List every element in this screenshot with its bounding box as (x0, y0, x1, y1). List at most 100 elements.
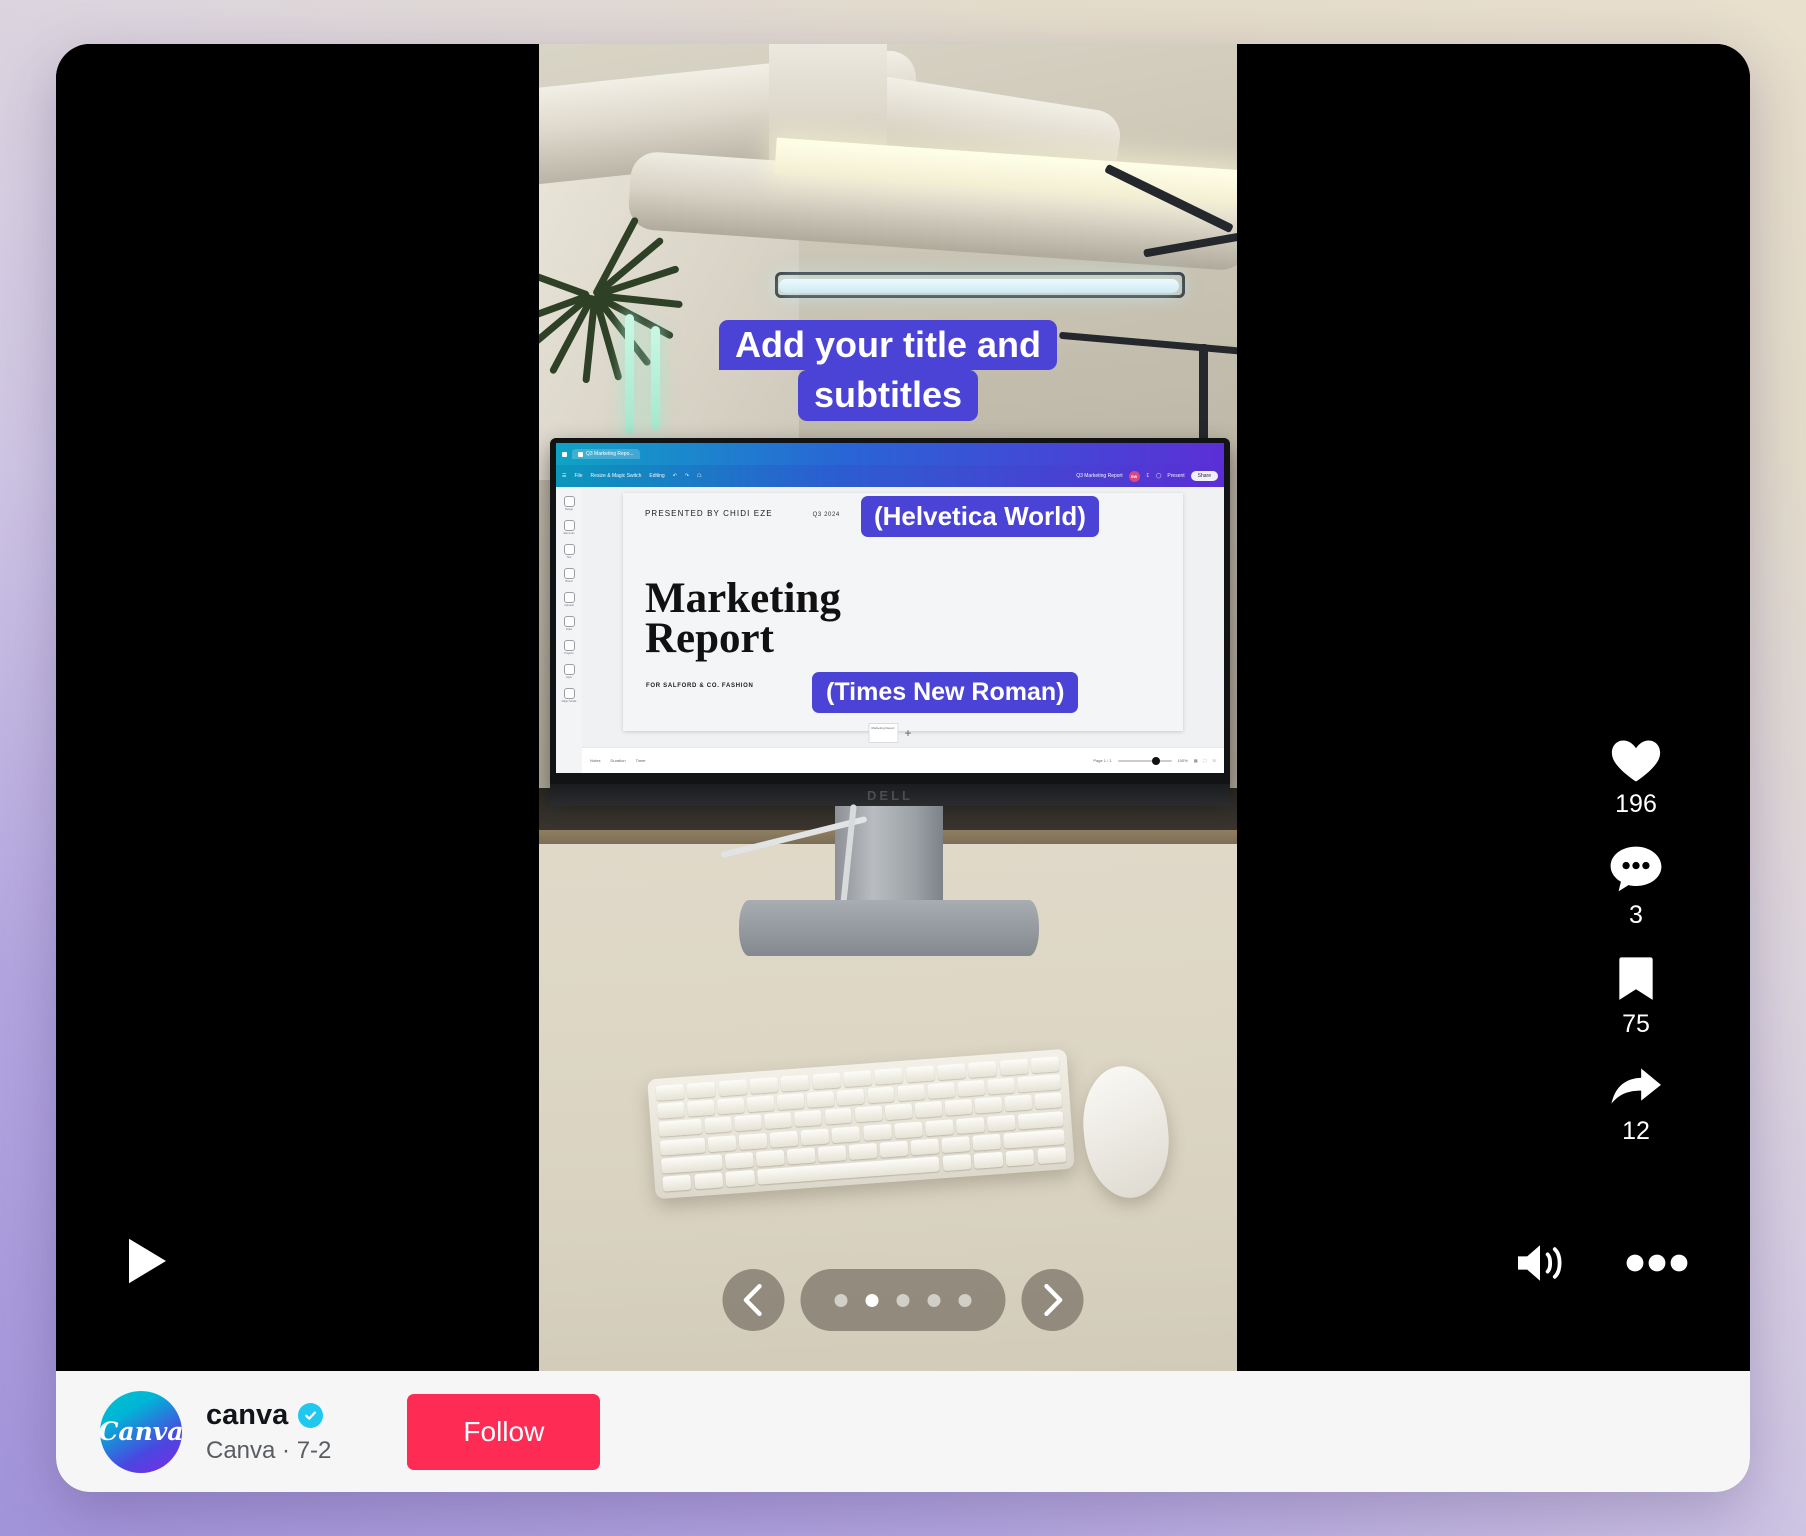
like-action[interactable]: 196 (1609, 734, 1663, 819)
share-action[interactable]: 12 (1608, 1063, 1664, 1146)
collaborator-avatar[interactable]: SW (1128, 470, 1140, 482)
rail-item-magic-media[interactable]: Magic Media (562, 688, 576, 703)
rail-item-projects[interactable]: Projects (563, 640, 575, 655)
timer-button[interactable]: Timer (636, 758, 646, 763)
canva-status-bar: Notes Duration Timer Page 1 / 1 100% ▦ ⛶… (582, 747, 1224, 773)
share-count: 12 (1622, 1117, 1650, 1145)
avatar[interactable]: Canva (99, 1390, 184, 1473)
rail-item-draw[interactable]: Draw (563, 616, 575, 631)
duration-button[interactable]: Duration (610, 758, 625, 763)
page-thumbnail-strip[interactable]: Marketing Report + (868, 723, 912, 743)
carousel-dot[interactable] (927, 1293, 941, 1307)
resize-magic-switch-button[interactable]: Resize & Magic Switch (591, 473, 642, 479)
rail-item-uploads[interactable]: Uploads (563, 592, 575, 607)
grid-view-icon[interactable]: ▦ (1194, 758, 1198, 763)
brand-icon (563, 568, 575, 579)
slide-presented-by: PRESENTED BY CHIDI EZE (645, 509, 773, 518)
rail-item-apps[interactable]: Apps (563, 664, 575, 679)
help-icon[interactable]: ☉ (1212, 758, 1216, 763)
office-plant (539, 202, 685, 452)
page-indicator: Page 1 / 1 (1093, 758, 1112, 763)
heart-icon (1611, 740, 1661, 782)
document-title[interactable]: Q3 Marketing Report (1076, 473, 1122, 479)
add-page-button[interactable]: + (904, 726, 911, 740)
wall-neon-2 (651, 326, 660, 430)
canva-tab-title: Q3 Marketing Repo... (586, 451, 634, 457)
more-options-button[interactable] (1626, 1254, 1688, 1277)
uploads-icon (563, 592, 575, 603)
elements-icon (563, 520, 575, 531)
play-button[interactable] (124, 1236, 170, 1291)
carousel-controls (722, 1269, 1084, 1331)
text-icon (563, 544, 575, 555)
rail-item-text[interactable]: Text (563, 544, 575, 559)
rail-item-elements[interactable]: Elements (563, 520, 575, 535)
monitor: Q3 Marketing Repo... ☰ File Resize & Mag… (550, 438, 1230, 790)
chevron-right-icon (1044, 1284, 1063, 1316)
slide[interactable]: PRESENTED BY CHIDI EZE Q3 2024 Marketing… (623, 493, 1183, 731)
video-player[interactable]: Q3 Marketing Repo... ☰ File Resize & Mag… (56, 44, 1750, 1371)
canva-toolbar: ☰ File Resize & Magic Switch Editing ↶ ↷… (556, 465, 1224, 487)
design-icon (563, 496, 575, 507)
fullscreen-icon[interactable]: ⛶ (1204, 758, 1207, 763)
player-right-controls (1514, 1240, 1688, 1291)
present-button[interactable]: Present (1167, 473, 1184, 479)
volume-on-icon (1518, 1245, 1562, 1281)
rail-item-brand[interactable]: Brand (563, 568, 575, 583)
like-count: 196 (1615, 790, 1657, 818)
profile-bar: Canva canva Canva · 7-2 Follow (56, 1371, 1750, 1492)
projects-icon (563, 640, 575, 651)
slide-title: Marketing Report (645, 575, 841, 662)
canva-canvas[interactable]: PRESENTED BY CHIDI EZE Q3 2024 Marketing… (582, 487, 1224, 747)
carousel-dot[interactable] (896, 1293, 910, 1307)
share-button[interactable]: Share (1190, 471, 1218, 481)
carousel-next-button[interactable] (1021, 1269, 1084, 1331)
volume-button[interactable] (1514, 1240, 1570, 1291)
menu-icon[interactable]: ☰ (562, 473, 566, 479)
carousel-dot[interactable] (834, 1293, 848, 1307)
rail-item-design[interactable]: Design (563, 496, 575, 511)
bookmark-action[interactable]: 75 (1615, 954, 1657, 1039)
carousel-dots[interactable] (800, 1269, 1006, 1331)
share-icon (1611, 1068, 1661, 1104)
redo-icon[interactable]: ↷ (685, 473, 689, 479)
zoom-level: 100% (1177, 758, 1188, 763)
canva-home-dot-icon (562, 451, 567, 457)
profile-meta: Canva · 7-2 (206, 1436, 332, 1464)
video-frame-photo: Q3 Marketing Repo... ☰ File Resize & Mag… (539, 44, 1237, 1371)
zoom-slider[interactable] (1117, 756, 1172, 765)
carousel-dot[interactable] (958, 1293, 972, 1307)
verified-check-icon (298, 1402, 324, 1428)
timer-icon[interactable]: ◯ (1156, 473, 1162, 479)
canva-document-tab[interactable]: Q3 Marketing Repo... (572, 449, 640, 459)
carousel-prev-button[interactable] (722, 1269, 785, 1331)
download-icon[interactable]: ↧ (1146, 473, 1150, 479)
slide-quarter: Q3 2024 (812, 512, 840, 518)
video-post-card: Q3 Marketing Repo... ☰ File Resize & Mag… (56, 44, 1750, 1492)
follow-button[interactable]: Follow (407, 1393, 601, 1470)
home-icon[interactable]: ☖ (697, 473, 701, 479)
magic-media-icon (563, 688, 575, 699)
zoom-slider-knob[interactable] (1151, 756, 1160, 765)
undo-icon[interactable]: ↶ (673, 473, 677, 479)
apps-icon (563, 664, 575, 675)
profile-text: canva Canva · 7-2 (206, 1399, 331, 1465)
file-menu[interactable]: File (574, 473, 582, 479)
draw-icon (563, 616, 575, 627)
bookmark-icon (1619, 957, 1653, 1000)
bookmark-count: 75 (1622, 1010, 1650, 1038)
pendant-light-tube (779, 279, 1179, 293)
comment-count: 3 (1629, 901, 1643, 929)
editing-mode-button[interactable]: Editing (649, 473, 664, 479)
carousel-dot[interactable] (865, 1293, 879, 1307)
notes-button[interactable]: Notes (590, 758, 600, 763)
monitor-chin: DELL (550, 784, 1230, 806)
canva-tab-bar: Q3 Marketing Repo... (556, 443, 1224, 465)
play-icon (129, 1238, 166, 1284)
monitor-screen: Q3 Marketing Repo... ☰ File Resize & Mag… (556, 443, 1224, 773)
profile-username[interactable]: canva (206, 1399, 288, 1432)
canva-side-rail: Design Elements Text Brand Uploads Draw … (556, 487, 582, 773)
page-thumbnail[interactable]: Marketing Report (868, 723, 899, 743)
wall-neon-1 (625, 314, 634, 434)
comment-action[interactable]: 3 (1608, 843, 1664, 930)
